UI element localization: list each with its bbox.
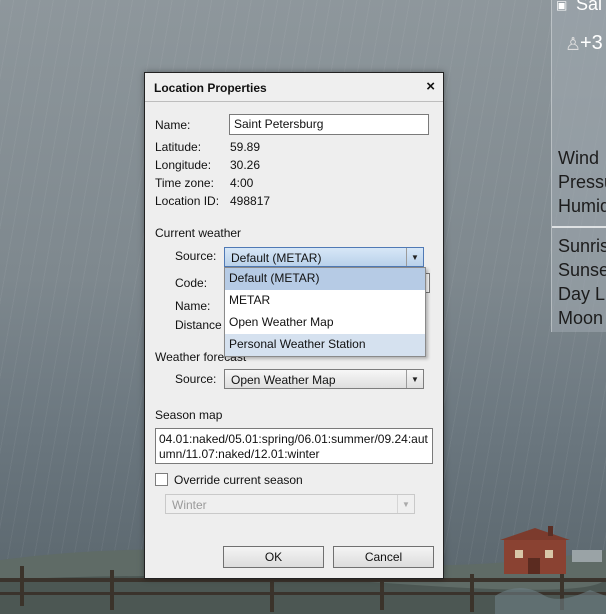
side-panel-city: Sai <box>576 0 603 14</box>
cancel-button[interactable]: Cancel <box>333 546 434 568</box>
latitude-value: 59.89 <box>230 140 261 154</box>
weather-side-panel: ▣ Sai ♙ +3 Wind Pressu Humid Sunris Suns… <box>551 0 606 332</box>
name-input[interactable]: Saint Petersburg <box>229 114 429 135</box>
current-source-label: Source: <box>175 249 217 263</box>
season-map-textarea[interactable]: 04.01:naked/05.01:spring/06.01:summer/09… <box>155 428 433 464</box>
dropdown-option-personal-weather-station[interactable]: Personal Weather Station <box>225 334 425 356</box>
current-source-select[interactable]: Default (METAR) ▼ <box>224 247 424 267</box>
lock-icon: ▣ <box>556 0 568 12</box>
distance-label: Distance <box>175 318 222 332</box>
timezone-value: 4:00 <box>230 176 254 190</box>
person-icon: ♙ <box>565 34 582 54</box>
code-label: Code: <box>175 276 208 290</box>
override-season-checkbox[interactable] <box>155 473 168 486</box>
side-panel-moon: Moon <box>558 308 604 328</box>
dialog-titlebar[interactable]: Location Properties × <box>145 73 443 102</box>
chevron-down-icon[interactable]: ▼ <box>406 248 423 266</box>
timezone-label: Time zone: <box>155 176 214 190</box>
season-map-label: Season map <box>155 408 223 422</box>
ok-button[interactable]: OK <box>223 546 324 568</box>
side-panel-divider <box>552 226 606 228</box>
chevron-down-icon[interactable]: ▼ <box>406 370 423 388</box>
side-panel-sunrise: Sunris <box>558 236 606 256</box>
latitude-label: Latitude: <box>155 140 202 154</box>
season-select[interactable]: Winter ▼ <box>165 494 415 514</box>
side-panel-humidity: Humid <box>558 196 606 216</box>
longitude-label: Longitude: <box>155 158 212 172</box>
side-panel-pressure: Pressu <box>558 172 606 192</box>
chevron-down-icon[interactable]: ▼ <box>397 495 414 513</box>
side-panel-day-length: Day L <box>558 284 606 304</box>
dropdown-option-default-metar[interactable]: Default (METAR) <box>225 268 425 290</box>
forecast-source-value: Open Weather Map <box>231 373 336 387</box>
location-id-label: Location ID: <box>155 194 220 208</box>
side-panel-temperature: +3 <box>580 32 603 54</box>
side-panel-wind: Wind <box>558 148 600 168</box>
dialog-title: Location Properties <box>154 81 267 95</box>
dropdown-option-open-weather-map[interactable]: Open Weather Map <box>225 312 425 334</box>
dropdown-option-metar[interactable]: METAR <box>225 290 425 312</box>
current-source-dropdown-list: Default (METAR) METAR Open Weather Map P… <box>224 267 426 357</box>
close-icon[interactable]: × <box>426 78 435 95</box>
location-properties-dialog: Location Properties × Name: Saint Peters… <box>144 72 444 579</box>
forecast-source-select[interactable]: Open Weather Map ▼ <box>224 369 424 389</box>
side-panel-sunset: Sunse <box>558 260 606 280</box>
station-name-label: Name: <box>175 299 211 313</box>
current-weather-section-label: Current weather <box>155 226 242 240</box>
forecast-source-label: Source: <box>175 372 217 386</box>
name-label: Name: <box>155 118 191 132</box>
season-select-value: Winter <box>172 498 207 512</box>
location-id-value: 498817 <box>230 194 271 208</box>
longitude-value: 30.26 <box>230 158 261 172</box>
override-season-label: Override current season <box>174 473 303 487</box>
current-source-value: Default (METAR) <box>231 251 322 265</box>
